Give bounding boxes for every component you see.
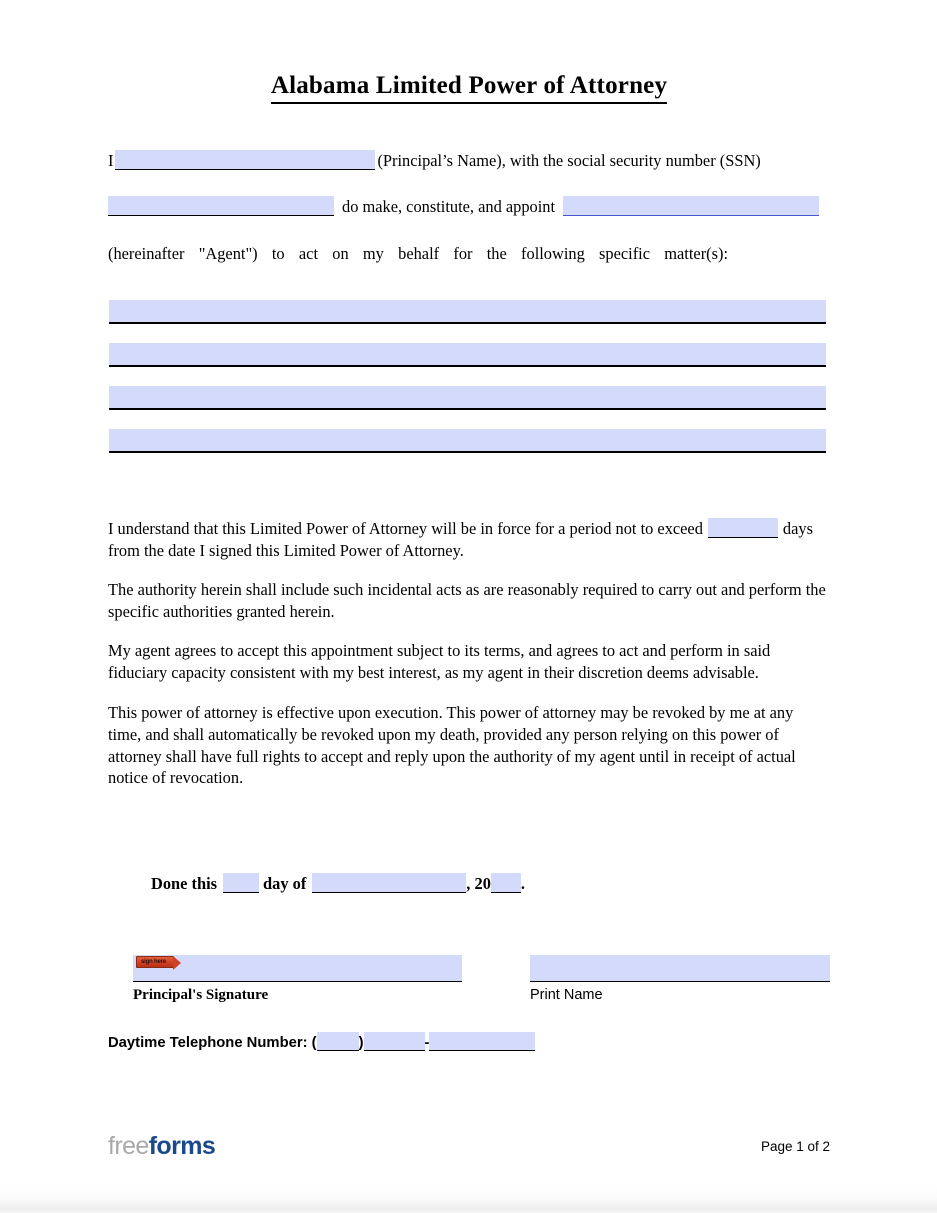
document-content: Alabama Limited Power of Attorney I (Prin… [108, 0, 830, 1159]
duration-paragraph: I understand that this Limited Power of … [108, 518, 830, 562]
day-of-label: day of [263, 874, 307, 893]
days-input[interactable] [707, 518, 778, 538]
agent-acceptance-paragraph: My agent agrees to accept this appointme… [108, 641, 771, 682]
principal-signature-input[interactable]: sign here [133, 955, 462, 982]
ssn-appoint-line: do make, constitute, and appoint [108, 196, 820, 218]
document-page: Alabama Limited Power of Attorney I (Prin… [0, 0, 937, 1213]
hereinafter-line: (hereinafter "Agent") to act on my behal… [108, 244, 728, 263]
page-footer: freeforms Page 1 of 2 [108, 1134, 830, 1159]
principal-name-suffix-text: (Principal’s Name), with the social secu… [377, 151, 761, 170]
page-title: Alabama Limited Power of Attorney [108, 0, 830, 104]
principal-name-line: I (Principal’s Name), with the social sec… [108, 150, 761, 172]
principal-signature-block: sign here Principal's Signature [133, 955, 462, 1004]
day-input[interactable] [223, 873, 260, 893]
phone-line-number-input[interactable] [429, 1032, 536, 1051]
revocation-paragraph: This power of attorney is effective upon… [108, 703, 796, 788]
freeforms-logo: freeforms [108, 1132, 216, 1160]
page-edge-shadow [0, 1183, 937, 1213]
print-name-input[interactable] [530, 955, 830, 982]
page-title-text: Alabama Limited Power of Attorney [270, 72, 668, 104]
year-input[interactable] [490, 873, 521, 893]
appoint-text: do make, constitute, and appoint [342, 197, 556, 216]
principal-name-input[interactable] [115, 150, 376, 170]
duration-line2-text: from the date I signed this Limited Powe… [108, 540, 464, 560]
principal-signature-caption: Principal's Signature [133, 987, 269, 1003]
duration-prefix-text: I understand that this Limited Power of … [108, 519, 703, 538]
daytime-telephone-line: Daytime Telephone Number: () - [108, 1032, 536, 1051]
matter-input-3[interactable] [109, 386, 826, 410]
execution-date-line: Done this day of , 20. [151, 873, 525, 894]
ssn-input[interactable] [108, 196, 334, 216]
sign-here-tag-label: sign here [141, 959, 166, 965]
phone-area-code-input[interactable] [316, 1032, 359, 1051]
sign-here-tag-icon: sign here [136, 956, 181, 970]
i-label: I [108, 151, 114, 170]
logo-free-text: free [108, 1132, 149, 1160]
duration-suffix-text: days [782, 519, 813, 538]
matter-input-1[interactable] [109, 300, 826, 324]
print-name-caption: Print Name [530, 987, 603, 1003]
matter-input-4[interactable] [109, 429, 826, 453]
authority-paragraph: The authority herein shall include such … [108, 580, 826, 621]
phone-label: Daytime Telephone Number: ( [108, 1035, 317, 1051]
done-this-label: Done this [151, 874, 218, 893]
comma-twenty-label: , 20 [466, 874, 491, 893]
page-number: Page 1 of 2 [760, 1139, 830, 1154]
matter-input-2[interactable] [109, 343, 826, 367]
specific-matters-group [109, 300, 826, 472]
print-name-block: Print Name [530, 955, 830, 1003]
phone-prefix-input[interactable] [363, 1032, 425, 1051]
agent-name-input[interactable] [563, 196, 820, 216]
period-label: . [520, 874, 525, 893]
logo-forms-text: forms [148, 1132, 216, 1160]
month-input[interactable] [312, 873, 467, 893]
